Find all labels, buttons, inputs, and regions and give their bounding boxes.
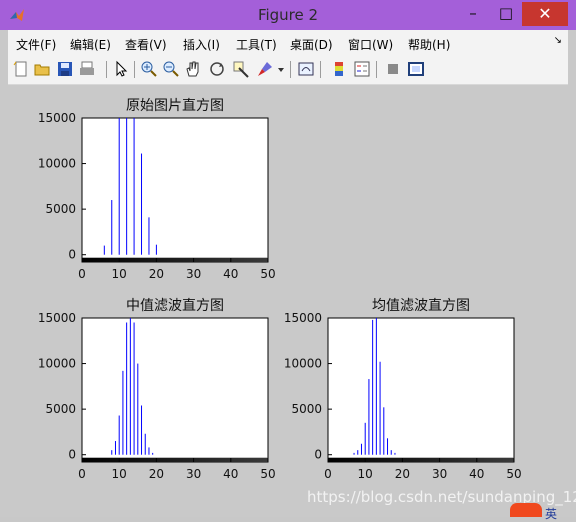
menu-view[interactable]: 查看(V): [125, 36, 167, 53]
menu-help[interactable]: 帮助(H): [408, 36, 450, 53]
x-tick-label: 0: [78, 267, 86, 281]
x-tick-label: 10: [112, 267, 127, 281]
window-title: Figure 2: [257, 6, 319, 24]
brush-icon[interactable]: [256, 60, 274, 78]
new-figure-icon[interactable]: [12, 60, 30, 78]
y-tick-label: 10000: [38, 157, 76, 171]
toolbar-separator: [290, 61, 291, 78]
y-tick-label: 5000: [291, 402, 322, 416]
dock-figure-icon[interactable]: ↘: [554, 35, 562, 46]
x-tick-label: 0: [324, 467, 332, 481]
x-tick-label: 0: [78, 467, 86, 481]
brush-dropdown-icon[interactable]: [276, 60, 286, 78]
menu-edit[interactable]: 编辑(E): [70, 36, 111, 53]
menu-tools[interactable]: 工具(T): [236, 36, 277, 53]
x-tick-label: 20: [395, 467, 410, 481]
axes-box: [81, 117, 269, 263]
plot-title: 中值滤波直方图: [126, 297, 224, 314]
plot-title: 原始图片直方图: [126, 97, 224, 114]
x-tick-label: 10: [112, 467, 127, 481]
legend-icon[interactable]: [353, 60, 371, 78]
y-tick-label: 0: [68, 448, 76, 462]
figure-canvas[interactable]: 0 10 20 30 40 50 0 5000 10000 15000 原始图片直方图 0 10 20 3…: [8, 85, 568, 509]
x-tick-label: 30: [432, 467, 447, 481]
histogram-mean-filter: 0 10 20 30 40 50 0 5000 10000 15000 均值滤波直方图: [284, 297, 522, 481]
x-tick-label: 20: [149, 467, 164, 481]
csdn-logo-icon: [510, 503, 542, 517]
save-icon[interactable]: [56, 60, 74, 78]
figure-window: Figure 2 – □ ✕ 文件(F) 编辑(E) 查看(V) 插入(I) 工…: [0, 0, 576, 521]
plots-svg[interactable]: 0 10 20 30 40 50050001000015000原始图片直方图 0 10 20 3…: [8, 85, 568, 509]
x-tick-label: 50: [260, 467, 275, 481]
title-bar[interactable]: Figure 2 – □ ✕: [0, 0, 576, 30]
axes-box: [327, 317, 515, 463]
toolbar-separator: [134, 61, 135, 78]
data-cursor-icon[interactable]: [232, 60, 250, 78]
y-tick-label: 5000: [45, 202, 76, 216]
close-button[interactable]: ✕: [522, 2, 568, 26]
toolbar-separator: [376, 61, 377, 78]
open-file-icon[interactable]: [33, 60, 51, 78]
y-tick-label: 10000: [284, 357, 322, 371]
link-plot-icon[interactable]: [297, 60, 315, 78]
show-plot-tools-icon[interactable]: [407, 60, 425, 78]
x-tick-label: 40: [223, 267, 238, 281]
menu-desktop[interactable]: 桌面(D): [290, 36, 333, 53]
print-icon[interactable]: [78, 60, 96, 78]
x-tick-label: 20: [149, 267, 164, 281]
x-tick-label: 50: [506, 467, 521, 481]
x-tick-label: 50: [260, 267, 275, 281]
colorbar-icon[interactable]: [330, 60, 348, 78]
y-tick-label: 15000: [284, 311, 322, 325]
y-tick-label: 5000: [45, 402, 76, 416]
hide-plot-tools-icon[interactable]: [384, 60, 402, 78]
minimize-button[interactable]: –: [460, 2, 486, 26]
menu-bar: 文件(F) 编辑(E) 查看(V) 插入(I) 工具(T) 桌面(D) 窗口(W…: [8, 30, 568, 56]
y-tick-label: 10000: [38, 357, 76, 371]
x-tick-label: 40: [223, 467, 238, 481]
zoom-out-icon[interactable]: [162, 60, 180, 78]
rotate-3d-icon[interactable]: [208, 60, 226, 78]
menu-file[interactable]: 文件(F): [16, 36, 56, 53]
toolbar-separator: [320, 61, 321, 78]
menu-window[interactable]: 窗口(W): [348, 36, 393, 53]
x-tick-label: 30: [186, 467, 201, 481]
menu-insert[interactable]: 插入(I): [183, 36, 220, 53]
maximize-button[interactable]: □: [493, 2, 519, 26]
histogram-original: 0 10 20 30 40 50 0 5000 10000 15000 原始图片直方图: [38, 97, 276, 281]
x-tick-label: 40: [469, 467, 484, 481]
zoom-in-icon[interactable]: [140, 60, 158, 78]
ime-badge: 英: [545, 507, 558, 521]
y-tick-label: 15000: [38, 111, 76, 125]
pointer-icon[interactable]: [112, 60, 130, 78]
toolbar-separator: [106, 61, 107, 78]
gray-colorbar: [82, 257, 268, 262]
y-tick-label: 15000: [38, 311, 76, 325]
pan-hand-icon[interactable]: [184, 60, 202, 78]
figure-toolbar: [8, 56, 568, 85]
histogram-median-filter: 0 10 20 30 40 50 0 5000 10000 15000 中值滤波直方图: [38, 297, 276, 481]
gray-colorbar: [328, 457, 514, 462]
plot-title: 均值滤波直方图: [372, 297, 470, 314]
y-tick-label: 0: [314, 448, 322, 462]
y-tick-label: 0: [68, 248, 76, 262]
x-tick-label: 10: [358, 467, 373, 481]
gray-colorbar: [82, 457, 268, 462]
x-tick-label: 30: [186, 267, 201, 281]
axes-box: [81, 317, 269, 463]
